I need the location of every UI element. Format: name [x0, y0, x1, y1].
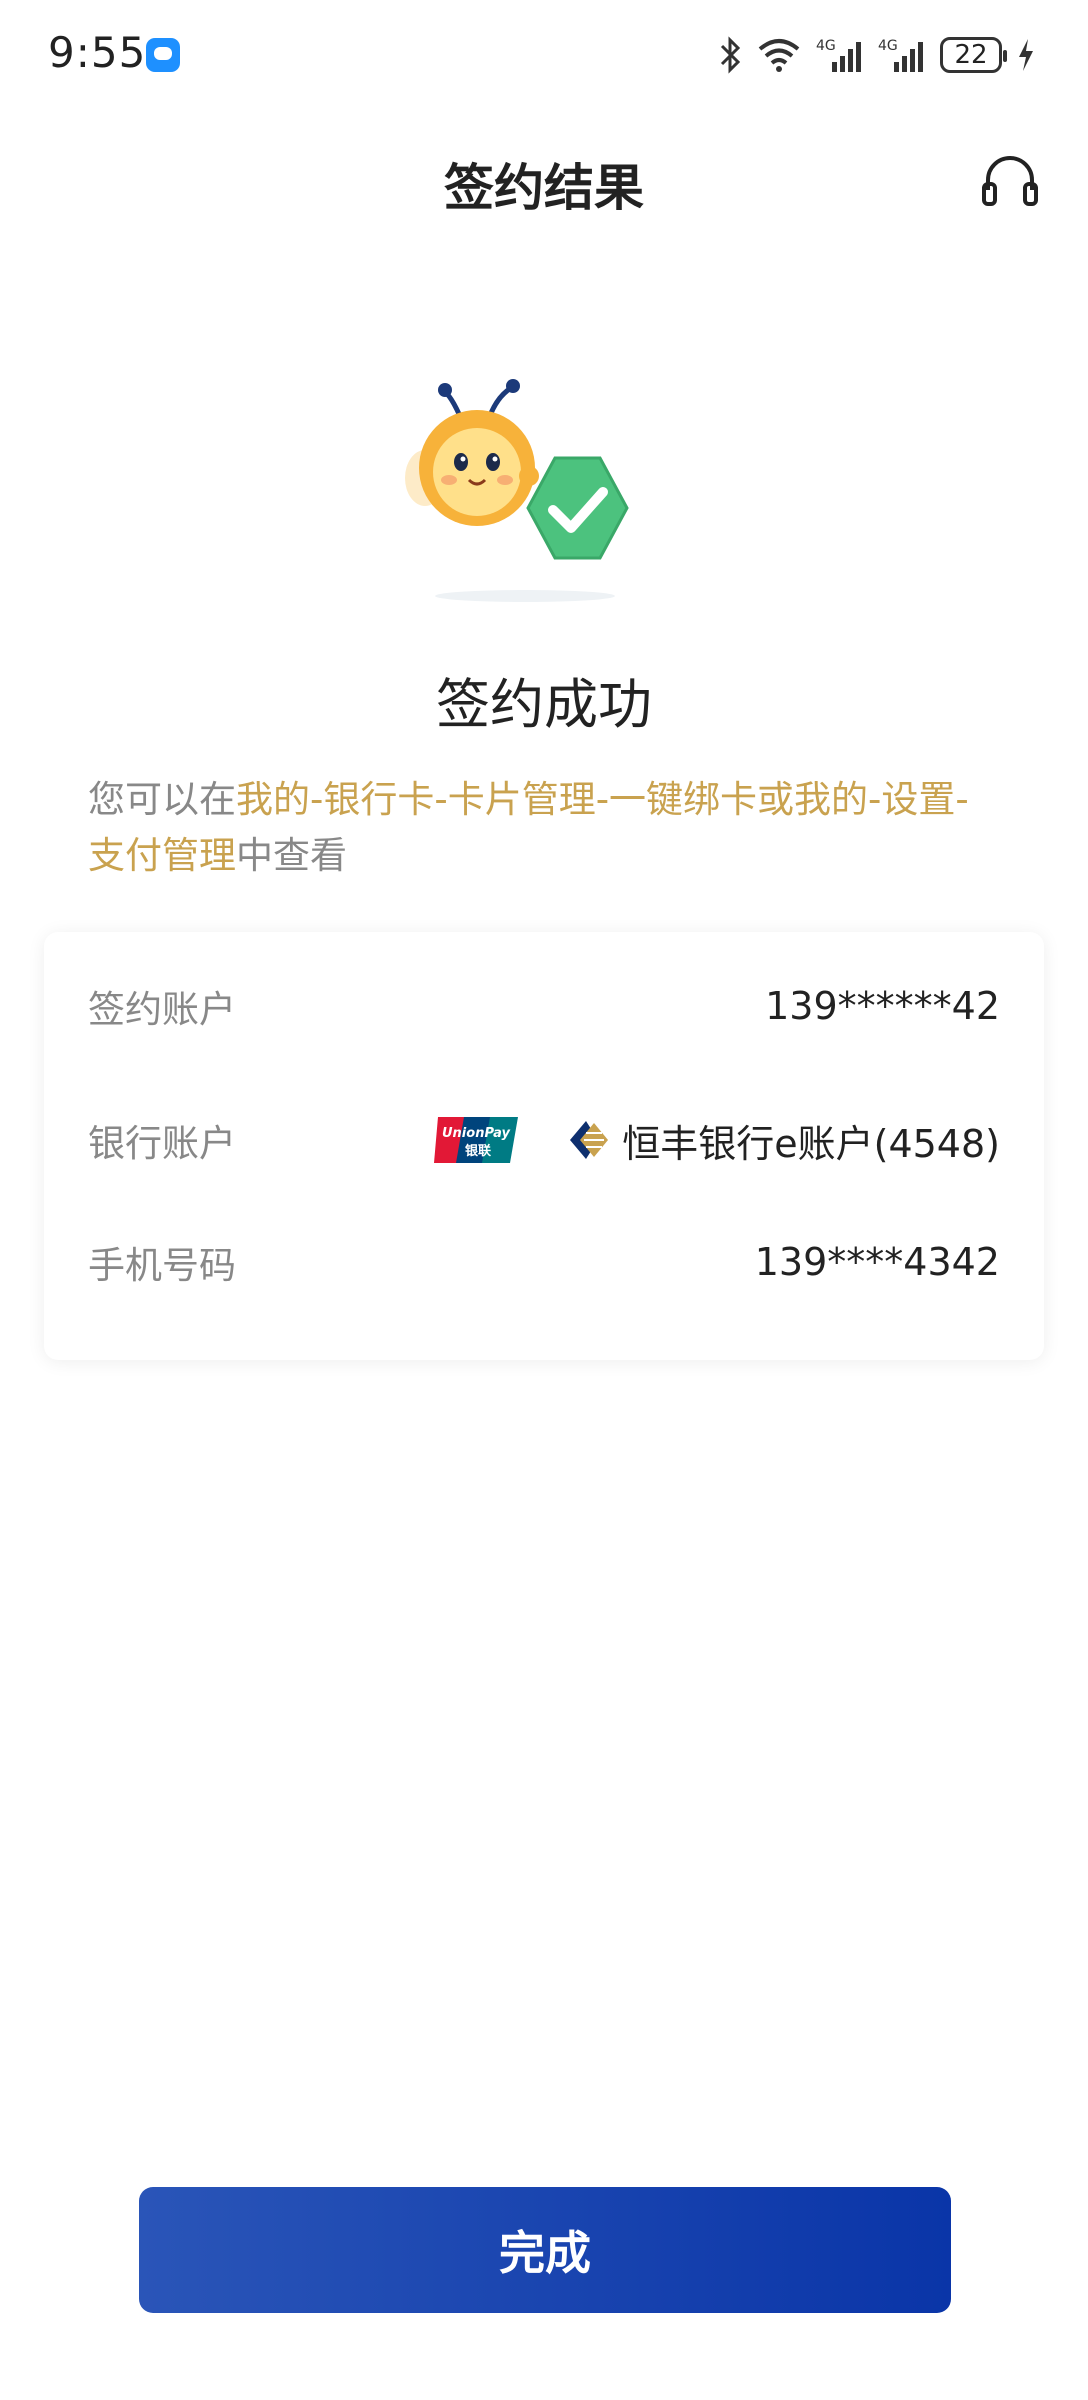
message-notification-icon	[146, 38, 180, 72]
detail-row-sign-account: 签约账户 139******42	[88, 976, 1000, 1036]
bank-account-value: 恒丰银行e账户(4548)	[622, 1121, 1000, 1166]
status-time: 9:55	[48, 28, 147, 77]
network-label-1: 4G	[816, 38, 836, 54]
bluetooth-icon	[720, 36, 741, 74]
result-title: 签约成功	[436, 673, 652, 736]
status-bar: 9:55 4G 4G 22	[0, 0, 1088, 110]
unionpay-logo-icon: UnionPay 银联	[434, 1117, 519, 1163]
phone-value: 139****4342	[754, 1240, 1000, 1284]
network-label-2: 4G	[878, 38, 898, 54]
sign-account-value: 139******42	[765, 984, 1000, 1028]
success-mascot-illustration	[405, 379, 629, 602]
sign-account-label: 签约账户	[88, 988, 236, 1031]
detail-row-phone: 手机号码 139****4342	[88, 1232, 1000, 1292]
signal-icon-2: 4G	[878, 38, 923, 72]
sign-details-card: 签约账户 139******42 银行账户 UnionPay 银联 恒丰银行e账…	[44, 932, 1044, 1360]
signal-icon-1: 4G	[816, 38, 861, 72]
bank-account-value-group: UnionPay 银联 恒丰银行e账户(4548)	[434, 1113, 1000, 1168]
status-indicators: 4G 4G 22	[718, 30, 1036, 80]
tip-suffix: 中查看	[236, 834, 347, 877]
charging-icon	[1019, 39, 1033, 71]
svg-text:UnionPay: UnionPay	[442, 1126, 511, 1141]
svg-text:银联: 银联	[465, 1143, 491, 1159]
hengfeng-bank-logo-icon	[570, 1121, 609, 1159]
battery-indicator: 22	[940, 37, 1007, 73]
done-button[interactable]: 完成	[139, 2187, 951, 2313]
phone-label: 手机号码	[88, 1244, 236, 1287]
tip-prefix: 您可以在	[88, 778, 236, 821]
page-title: 签约结果	[444, 159, 644, 217]
wifi-icon	[758, 39, 800, 72]
detail-row-bank-account: 银行账户 UnionPay 银联 恒丰银行e账户(4548)	[88, 1110, 1000, 1170]
headset-icon[interactable]	[980, 150, 1040, 210]
result-tip: 您可以在我的-银行卡-卡片管理-一键绑卡或我的-设置-支付管理中查看	[88, 772, 988, 884]
bank-account-label: 银行账户	[88, 1122, 236, 1165]
